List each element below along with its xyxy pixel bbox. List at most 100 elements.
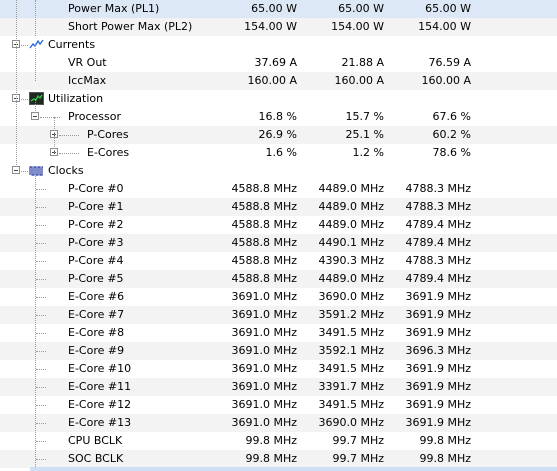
sensor-row-short-power-max-pl2[interactable]: Short Power Max (PL2) 154.00 W 154.00 W …	[0, 18, 557, 36]
selection-highlight	[30, 467, 557, 471]
sensor-row-clock[interactable]: P-Core #4 4588.8 MHz 4390.3 MHz 4788.3 MHz	[0, 252, 557, 270]
sensor-row-clock[interactable]: E-Core #8 3691.0 MHz 3491.5 MHz 3691.9 MHz	[0, 324, 557, 342]
sensor-row-clock[interactable]: P-Core #3 4588.8 MHz 4490.1 MHz 4789.4 MHz	[0, 234, 557, 252]
sensor-label: CPU BCLK	[68, 434, 123, 447]
sensor-row-vr-out[interactable]: VR Out 37.69 A 21.88 A 76.59 A	[0, 54, 557, 72]
sensor-min-value: 15.7 %	[345, 110, 384, 123]
tree-connector	[36, 441, 46, 442]
tree-guide-line	[35, 45, 36, 81]
sensor-max-value: 160.00 A	[421, 74, 471, 87]
tree-connector	[36, 423, 46, 424]
tree-connector	[36, 387, 46, 388]
sensor-max-value: 67.6 %	[432, 110, 471, 123]
sensor-row-clock[interactable]: SOC BCLK 99.8 MHz 99.7 MHz 99.8 MHz	[0, 450, 557, 468]
sensor-label: P-Core #3	[68, 236, 124, 249]
tree-connector	[36, 405, 46, 406]
sensor-min-value: 154.00 W	[331, 20, 384, 33]
sensor-min-value: 65.00 W	[338, 2, 384, 15]
sensor-current-value: 3691.0 MHz	[231, 344, 297, 357]
sensor-current-value: 1.6 %	[265, 146, 297, 159]
sensor-current-value: 160.00 A	[247, 74, 297, 87]
sensor-current-value: 154.00 W	[244, 20, 297, 33]
sensor-max-value: 99.8 MHz	[419, 452, 471, 465]
group-clocks[interactable]: Clocks	[0, 162, 557, 180]
sensor-label: Processor	[68, 110, 121, 123]
sensor-label: E-Core #8	[68, 326, 125, 339]
sensor-min-value: 1.2 %	[352, 146, 384, 159]
sensor-row-clock[interactable]: E-Core #10 3691.0 MHz 3491.5 MHz 3691.9 MHz	[0, 360, 557, 378]
group-currents[interactable]: Currents	[0, 36, 557, 54]
sensor-min-value: 3591.2 MHz	[318, 308, 384, 321]
group-utilization[interactable]: Utilization	[0, 90, 557, 108]
tree-connector	[36, 225, 46, 226]
sensor-max-value: 4788.3 MHz	[405, 182, 471, 195]
sensor-min-value: 4489.0 MHz	[318, 200, 384, 213]
sensor-row-clock[interactable]: E-Core #13 3691.0 MHz 3690.0 MHz 3691.9 MHz	[0, 414, 557, 432]
sensor-current-value: 99.8 MHz	[245, 434, 297, 447]
sensor-min-value: 3690.0 MHz	[318, 416, 384, 429]
tree-connector	[36, 333, 46, 334]
sensor-max-value: 3691.9 MHz	[405, 362, 471, 375]
sensor-max-value: 3691.9 MHz	[405, 326, 471, 339]
tree-guide-line	[16, 0, 17, 167]
sensor-row-clock[interactable]: E-Core #7 3691.0 MHz 3591.2 MHz 3691.9 MHz	[0, 306, 557, 324]
collapse-toggle-icon[interactable]	[12, 166, 20, 174]
tree-connector	[36, 369, 46, 370]
tree-connector	[36, 315, 46, 316]
sensor-current-value: 3691.0 MHz	[231, 362, 297, 375]
tree-guide-line	[35, 0, 36, 36]
tree-connector	[36, 243, 46, 244]
sensor-current-value: 16.8 %	[258, 110, 297, 123]
sensor-max-value: 4789.4 MHz	[405, 272, 471, 285]
sensor-max-value: 4788.3 MHz	[405, 254, 471, 267]
sensor-row-e-cores[interactable]: E-Cores 1.6 % 1.2 % 78.6 %	[0, 144, 557, 162]
sensor-max-value: 3691.9 MHz	[405, 290, 471, 303]
sensor-row-clock[interactable]: P-Core #1 4588.8 MHz 4489.0 MHz 4788.3 MHz	[0, 198, 557, 216]
tree-connector	[21, 99, 28, 100]
sensor-row-clock[interactable]: P-Core #5 4588.8 MHz 4489.0 MHz 4789.4 MHz	[0, 270, 557, 288]
tree-connector	[36, 297, 46, 298]
tree-connector	[36, 261, 46, 262]
sensor-min-value: 4490.1 MHz	[318, 236, 384, 249]
sensor-row-clock[interactable]: E-Core #6 3691.0 MHz 3690.0 MHz 3691.9 MHz	[0, 288, 557, 306]
sensor-row-clock[interactable]: E-Core #12 3691.0 MHz 3491.5 MHz 3691.9 MHz	[0, 396, 557, 414]
sensor-row-clock[interactable]: P-Core #0 4588.8 MHz 4489.0 MHz 4788.3 MHz	[0, 180, 557, 198]
sensor-row-iccmax[interactable]: IccMax 160.00 A 160.00 A 160.00 A	[0, 72, 557, 90]
tree-connector	[59, 153, 79, 154]
sensor-label: P-Core #2	[68, 218, 124, 231]
sensor-current-value: 4588.8 MHz	[231, 218, 297, 231]
tree-guide-line	[35, 171, 36, 467]
sensor-label: E-Core #12	[68, 398, 132, 411]
sensor-min-value: 99.7 MHz	[332, 434, 384, 447]
tree-connector	[21, 171, 28, 172]
sensor-row-clock[interactable]: E-Core #11 3691.0 MHz 3391.7 MHz 3691.9 MHz	[0, 378, 557, 396]
sensor-label: E-Core #7	[68, 308, 125, 321]
sensor-row-clock[interactable]: P-Core #2 4588.8 MHz 4489.0 MHz 4789.4 MHz	[0, 216, 557, 234]
sensor-max-value: 78.6 %	[432, 146, 471, 159]
sensor-max-value: 99.8 MHz	[419, 434, 471, 447]
sensor-max-value: 60.2 %	[432, 128, 471, 141]
collapse-toggle-icon[interactable]	[31, 112, 39, 120]
sensor-row-processor[interactable]: Processor 16.8 % 15.7 % 67.6 %	[0, 108, 557, 126]
sensor-row-power-max-pl1[interactable]: Power Max (PL1) 65.00 W 65.00 W 65.00 W	[0, 0, 557, 18]
tree-connector	[36, 459, 46, 460]
sensor-max-value: 4789.4 MHz	[405, 218, 471, 231]
sensor-max-value: 76.59 A	[428, 56, 471, 69]
group-title: Currents	[48, 38, 96, 51]
sensor-max-value: 3691.9 MHz	[405, 398, 471, 411]
sensor-current-value: 4588.8 MHz	[231, 272, 297, 285]
tree-connector	[59, 135, 79, 136]
sensor-min-value: 3592.1 MHz	[318, 344, 384, 357]
tree-connector	[40, 117, 60, 118]
sensor-row-clock[interactable]: CPU BCLK 99.8 MHz 99.7 MHz 99.8 MHz	[0, 432, 557, 450]
sensor-label: P-Core #4	[68, 254, 124, 267]
sensor-min-value: 3491.5 MHz	[318, 362, 384, 375]
sensor-row-clock[interactable]: E-Core #9 3691.0 MHz 3592.1 MHz 3696.3 MHz	[0, 342, 557, 360]
sensor-row-p-cores[interactable]: P-Cores 26.9 % 25.1 % 60.2 %	[0, 126, 557, 144]
sensor-min-value: 3491.5 MHz	[318, 326, 384, 339]
sensor-min-value: 160.00 A	[334, 74, 384, 87]
sensor-current-value: 4588.8 MHz	[231, 236, 297, 249]
group-title: Clocks	[48, 164, 84, 177]
current-wave-icon	[29, 39, 44, 49]
tree-connector	[36, 279, 46, 280]
